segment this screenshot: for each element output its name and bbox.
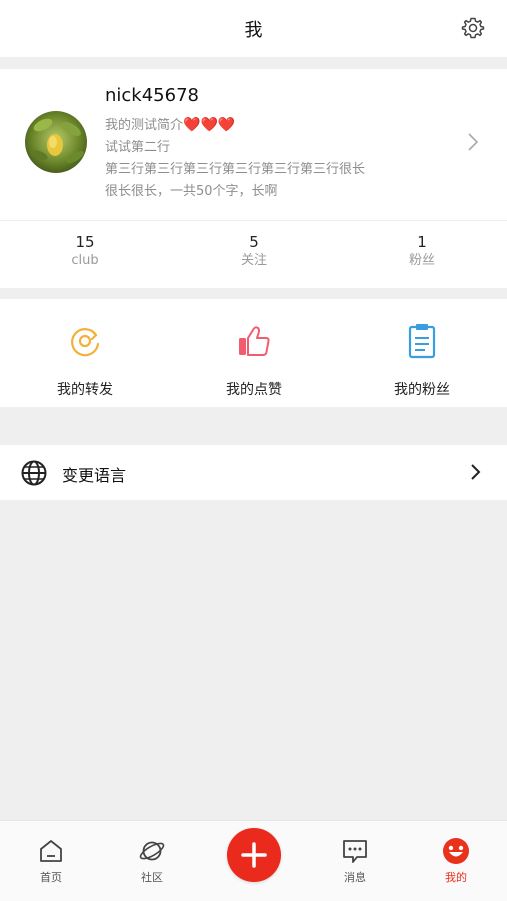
action-label: 我的转发 [57,382,113,398]
bottom-tabbar: 首页 社区 消息 我的 [0,820,507,901]
top-navbar: 我 [0,0,507,57]
my-forwards-button[interactable]: 我的转发 [15,321,155,399]
thumbs-up-icon [239,326,270,356]
stat-label: club [71,253,99,268]
tab-label: 社区 [141,871,163,884]
change-language-row[interactable]: 变更语言 [0,445,507,500]
action-shortcuts: 我的转发 我的点赞 我的粉丝 [0,299,507,407]
create-post-button[interactable] [227,828,281,882]
bio-line-4: 很长很长，一共50个字，长啊 [105,184,278,199]
tab-label: 我的 [445,871,467,884]
stat-label: 关注 [240,253,267,268]
smiley-icon [443,838,469,864]
tab-home[interactable]: 首页 [21,837,81,885]
bio-line-2: 试试第二行 [105,140,171,155]
message-icon [343,840,367,863]
bio-line-1: 我的测试简介❤️❤️❤️ [105,116,235,135]
stat-value: 15 [75,233,95,251]
chevron-right-icon[interactable] [467,132,479,152]
stat-value: 5 [249,233,259,251]
stat-fans[interactable]: 1 粉丝 [362,232,482,270]
home-icon [40,840,62,862]
my-fans-button[interactable]: 我的粉丝 [352,321,492,399]
stats-row: 15 club 5 关注 1 粉丝 [0,220,507,288]
my-likes-button[interactable]: 我的点赞 [184,321,324,399]
page-title: 我 [244,20,263,41]
planet-icon [139,841,165,861]
username: nick45678 [105,85,199,106]
stat-club[interactable]: 15 club [25,232,145,270]
hearts-emoji: ❤️❤️❤️ [183,117,236,133]
avatar[interactable] [25,111,87,173]
stat-following[interactable]: 5 关注 [194,232,314,270]
tab-community[interactable]: 社区 [122,837,182,885]
tab-messages[interactable]: 消息 [325,837,385,885]
gear-icon[interactable] [461,16,485,40]
forward-icon [71,328,100,357]
change-language-label: 变更语言 [62,466,127,485]
stat-value: 1 [417,233,427,251]
bio-line-3: 第三行第三行第三行第三行第三行第三行很长 [105,162,366,177]
bio-text: 我的测试简介 [105,118,184,133]
tab-me[interactable]: 我的 [426,837,486,885]
plus-icon [241,842,267,868]
tab-label: 首页 [40,871,62,884]
tab-label: 消息 [344,871,366,884]
profile-card[interactable]: nick45678 我的测试简介❤️❤️❤️ 试试第二行 第三行第三行第三行第三… [0,69,507,220]
chevron-right-icon [471,464,481,480]
stat-label: 粉丝 [408,253,435,268]
action-label: 我的粉丝 [394,382,450,398]
action-label: 我的点赞 [226,382,282,398]
globe-icon [21,460,47,486]
clipboard-icon [408,324,436,359]
